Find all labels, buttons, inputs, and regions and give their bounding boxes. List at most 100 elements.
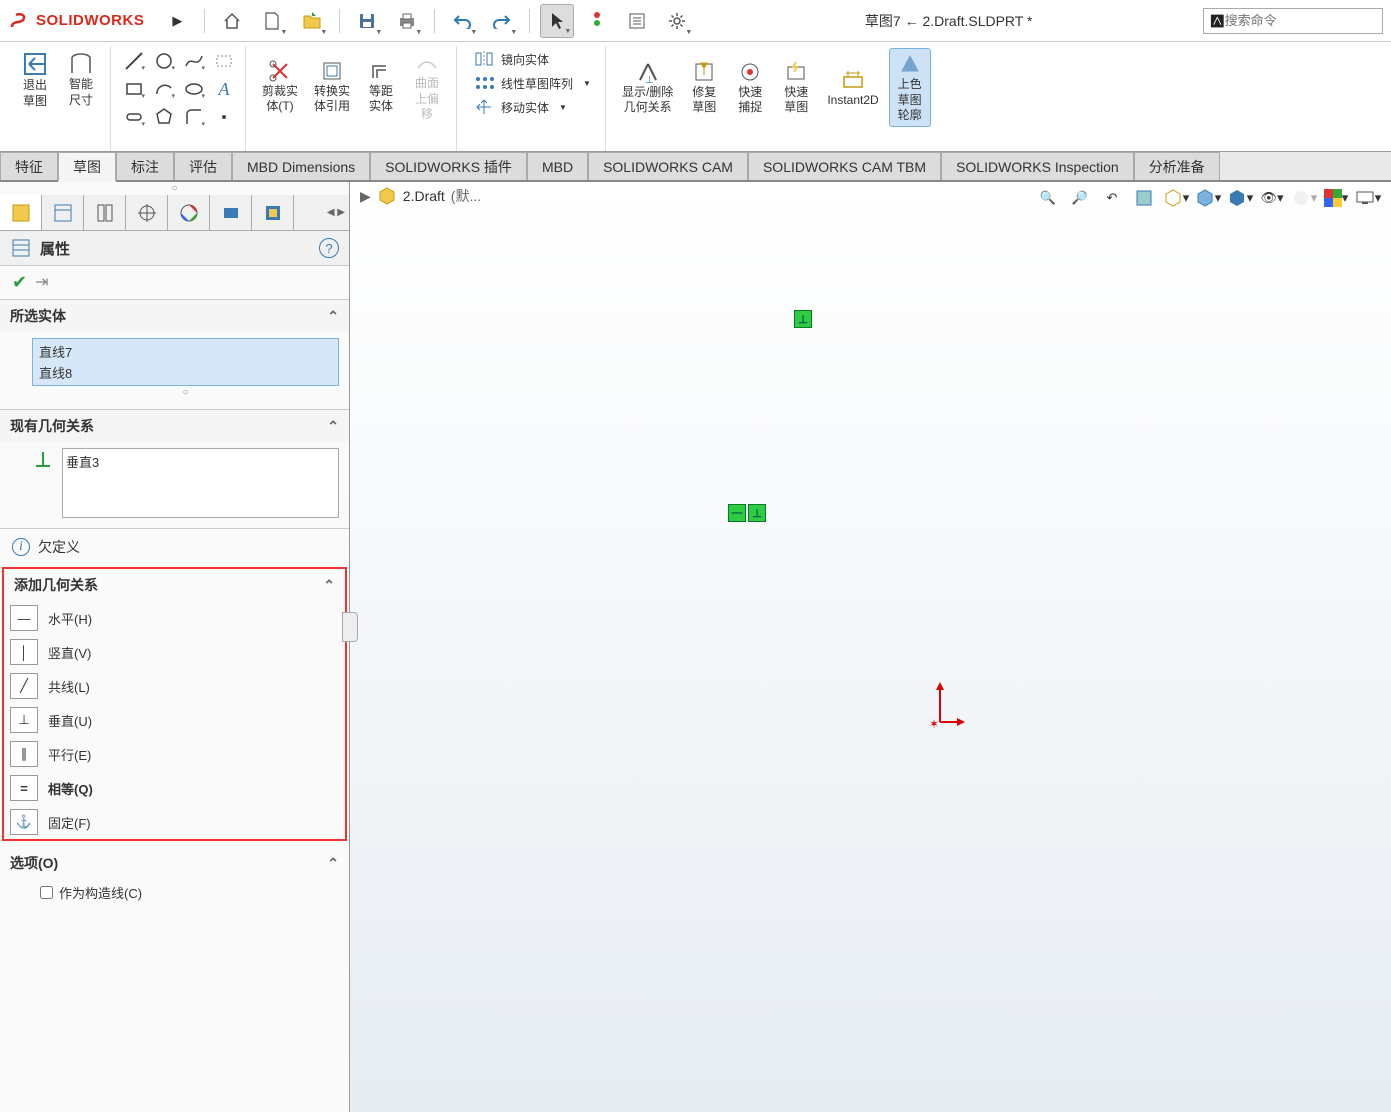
tab-features[interactable]: 特征 [0,152,58,180]
polygon-tool[interactable] [151,104,177,130]
add-relation-相等(Q)[interactable]: =相等(Q) [4,771,345,805]
spline-tool[interactable]: ▾ [181,48,207,74]
quick-snap-button[interactable]: 快速 捕捉 [729,57,771,118]
relation-glyph-icon: ╱ [10,673,38,699]
add-relation-垂直(U)[interactable]: ⊥垂直(U) [4,703,345,737]
move-entities-button[interactable]: 移动实体▼ [467,96,573,118]
sketch-canvas[interactable] [350,182,650,332]
constraint-perpendicular-badge-2[interactable]: ⊥ [748,504,766,522]
graphics-viewport[interactable]: ▶ 2.Draft (默... 🔍 🔎 ↶ ▾ ▾ ▾ 👁▾ ▾ ▾ ▾ ⊥ —… [350,182,1391,1112]
entity-item[interactable]: 直线8 [35,362,336,383]
hide-show-button[interactable]: ▾ [1225,184,1255,212]
instant2d-button[interactable]: Instant2D [821,65,884,111]
construction-geometry-checkbox[interactable] [40,886,53,899]
tab-sw-cam[interactable]: SOLIDWORKS CAM [588,152,748,180]
previous-view-button[interactable]: ↶ [1097,184,1127,212]
linear-pattern-button[interactable]: 线性草图阵列▼ [467,72,597,94]
mirror-entities-button[interactable]: 镜向实体 [467,48,555,70]
eye-button[interactable]: 👁▾ [1257,184,1287,212]
undo-button[interactable]: ▼ [445,4,479,38]
redo-button[interactable]: ▼ [485,4,519,38]
home-button[interactable] [215,4,249,38]
property-icon [10,237,32,259]
tab-sketch[interactable]: 草图 [58,152,116,182]
existing-relations-header[interactable]: 现有几何关系⌃ [0,410,349,442]
point-tool[interactable] [211,104,237,130]
tab-sw-cam-tbm[interactable]: SOLIDWORKS CAM TBM [748,152,941,180]
tab-mbd-dim[interactable]: MBD Dimensions [232,152,370,180]
selected-entities-list[interactable]: 直线7 直线8 [32,338,339,386]
select-button[interactable]: ▼ [540,4,574,38]
existing-relations-list[interactable]: 垂直3 [62,448,339,518]
tab-sw-addins[interactable]: SOLIDWORKS 插件 [370,152,527,180]
panel-collapse-handle[interactable] [342,612,358,642]
search-command-box[interactable] [1203,8,1383,34]
selected-entities-header[interactable]: 所选实体⌃ [0,300,349,332]
add-relations-header[interactable]: 添加几何关系⌃ [4,569,345,601]
rectangle-tool[interactable]: ▾ [121,76,147,102]
fm-tab-appearance[interactable] [168,195,210,230]
tab-annotate[interactable]: 标注 [116,152,174,180]
tab-analysis-prep[interactable]: 分析准备 [1134,152,1220,180]
zoom-fit-button[interactable]: 🔍 [1033,184,1063,212]
trim-entities-button[interactable]: 剪裁实 体(T) [256,56,304,117]
add-relation-共线(L)[interactable]: ╱共线(L) [4,669,345,703]
exit-sketch-button[interactable]: 退出 草图 [14,48,56,111]
rectangle-dashed-tool[interactable] [211,48,237,74]
ellipse-tool[interactable]: ▾ [181,76,207,102]
fm-tab-cam2[interactable] [252,195,294,230]
relation-item[interactable]: 垂直3 [66,452,335,471]
smart-dimension-button[interactable]: 智能 尺寸 [60,49,102,110]
constraint-horizontal-badge[interactable]: — [728,504,746,522]
add-relation-平行(E)[interactable]: ∥平行(E) [4,737,345,771]
save-button[interactable]: ▼ [350,4,384,38]
shaded-sketch-contour-button[interactable]: 上色 草图 轮廓 [889,48,931,127]
fillet-tool[interactable]: ▾ [181,104,207,130]
fm-tab-property[interactable] [42,195,84,230]
slot-tool[interactable]: ▾ [121,104,147,130]
zoom-area-button[interactable]: 🔎 [1065,184,1095,212]
tab-evaluate[interactable]: 评估 [174,152,232,180]
options-list-button[interactable] [620,4,654,38]
display-style-button[interactable]: ▾ [1193,184,1223,212]
tab-mbd[interactable]: MBD [527,152,588,180]
fm-tab-config[interactable] [84,195,126,230]
text-tool[interactable]: A [211,76,237,102]
rapid-sketch-button[interactable]: 快速 草图 [775,57,817,118]
appearance-button[interactable]: ▾ [1289,184,1319,212]
repair-sketch-button[interactable]: 修复 草图 [683,57,725,118]
arc-tool[interactable]: ▾ [151,76,177,102]
add-relation-水平(H)[interactable]: —水平(H) [4,601,345,635]
offset-entities-button[interactable]: 等距 实体 [360,56,402,117]
search-input[interactable] [1225,13,1376,28]
section-view-button[interactable] [1129,184,1159,212]
print-button[interactable]: ▼ [390,4,424,38]
view-orientation-button[interactable]: ▾ [1161,184,1191,212]
viewport-button[interactable]: ▾ [1353,184,1383,212]
relation-label: 竖直(V) [48,643,91,662]
scene-button[interactable]: ▾ [1321,184,1351,212]
settings-button[interactable]: ▼ [660,4,694,38]
line-tool[interactable]: ▾ [121,48,147,74]
help-icon[interactable]: ? [319,238,339,258]
add-relation-竖直(V)[interactable]: │ 竖直(V) [4,635,345,669]
ok-button[interactable]: ✔ [12,272,27,293]
fm-tab-feature[interactable] [0,195,42,230]
relation-glyph-icon: │ [10,639,38,665]
display-delete-relations-button[interactable]: ⊥显示/删除 几何关系 [616,57,679,118]
convert-entities-button[interactable]: 转换实 体引用 [308,56,356,117]
open-button[interactable]: ▼ [295,4,329,38]
constraint-perpendicular-badge[interactable]: ⊥ [794,310,812,328]
fm-tab-cam1[interactable] [210,195,252,230]
pin-button[interactable]: ⇥ [35,272,48,293]
traffic-light-button[interactable] [580,4,614,38]
circle-tool[interactable]: ▾ [151,48,177,74]
property-title: 属性 [40,238,311,259]
tab-sw-inspection[interactable]: SOLIDWORKS Inspection [941,152,1134,180]
entity-item[interactable]: 直线7 [35,341,336,362]
expand-toolbar-button[interactable]: ▶ [160,4,194,38]
fm-tab-dimxpert[interactable] [126,195,168,230]
new-button[interactable]: ▼ [255,4,289,38]
add-relation-固定(F)[interactable]: ⚓固定(F) [4,805,345,839]
options-header[interactable]: 选项(O)⌃ [10,849,339,877]
